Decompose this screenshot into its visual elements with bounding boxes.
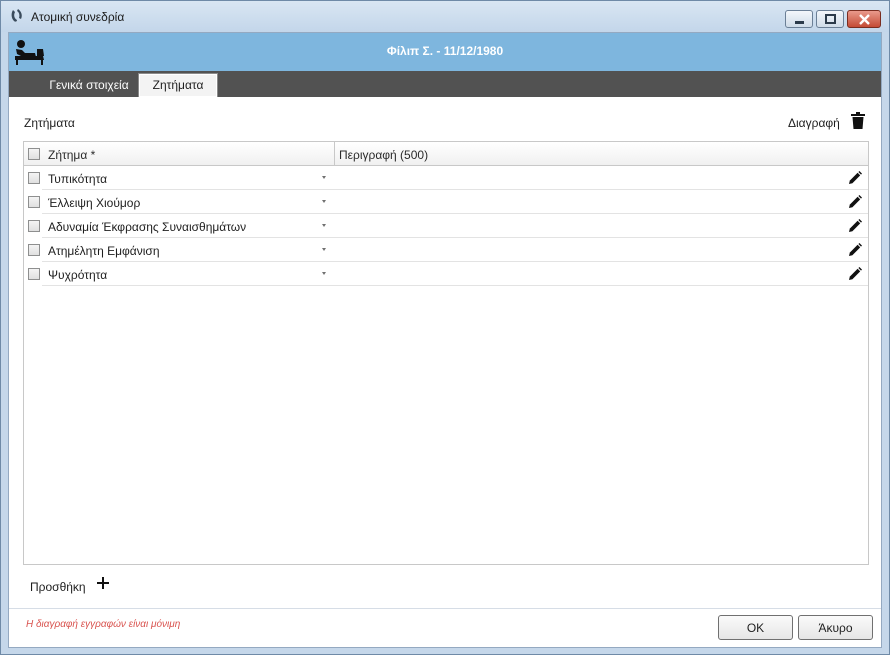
select-all-checkbox[interactable] xyxy=(28,148,40,160)
delete-warning: Η διαγραφή εγγραφών είναι μόνιμη xyxy=(26,619,181,630)
column-separator[interactable] xyxy=(334,142,335,166)
table-row[interactable]: Ψυχρότητα xyxy=(24,262,868,286)
column-header-issue[interactable]: Ζήτημα * xyxy=(48,148,95,162)
ok-button[interactable]: OK xyxy=(718,615,793,640)
close-button[interactable] xyxy=(847,10,881,28)
pencil-icon[interactable] xyxy=(847,218,863,234)
patient-name: Φίλιπ Σ. - 11/12/1980 xyxy=(386,44,504,58)
issue-cell[interactable]: Τυπικότητα xyxy=(48,172,107,186)
window-title: Ατομική συνεδρία xyxy=(31,10,125,24)
pencil-icon[interactable] xyxy=(847,194,863,210)
close-icon xyxy=(859,14,870,25)
title-bar[interactable]: Ατομική συνεδρία xyxy=(1,1,889,32)
minimize-button[interactable] xyxy=(785,10,813,28)
dropdown-arrow-icon[interactable] xyxy=(322,176,326,179)
trash-icon[interactable] xyxy=(851,112,865,129)
row-checkbox[interactable] xyxy=(28,220,40,232)
row-checkbox[interactable] xyxy=(28,244,40,256)
row-checkbox[interactable] xyxy=(28,196,40,208)
dropdown-arrow-icon[interactable] xyxy=(322,248,326,251)
pencil-icon[interactable] xyxy=(847,266,863,282)
cancel-button[interactable]: Άκυρο xyxy=(798,615,873,640)
table-row[interactable]: Τυπικότητα xyxy=(24,166,868,190)
app-icon xyxy=(11,9,22,22)
minimize-icon xyxy=(795,21,804,24)
dropdown-arrow-icon[interactable] xyxy=(322,200,326,203)
dropdown-arrow-icon[interactable] xyxy=(322,272,326,275)
add-button[interactable]: Προσθήκη xyxy=(30,580,86,594)
row-checkbox[interactable] xyxy=(28,172,40,184)
issues-panel: Ζητήματα Διαγραφή Ζήτημα * Περιγραφή (50… xyxy=(10,97,880,608)
pencil-icon[interactable] xyxy=(847,170,863,186)
section-title: Ζητήματα xyxy=(24,116,75,130)
dropdown-arrow-icon[interactable] xyxy=(322,224,326,227)
column-header-description[interactable]: Περιγραφή (500) xyxy=(339,148,428,162)
issue-cell[interactable]: Ψυχρότητα xyxy=(48,268,107,282)
maximize-button[interactable] xyxy=(816,10,844,28)
grid-header: Ζήτημα * Περιγραφή (500) xyxy=(24,142,868,166)
patient-header: Φίλιπ Σ. - 11/12/1980 xyxy=(9,33,881,71)
issue-cell[interactable]: Έλλειψη Χιούμορ xyxy=(48,196,140,210)
delete-button[interactable]: Διαγραφή xyxy=(788,116,840,130)
row-divider xyxy=(42,285,868,286)
tab-strip: Γενικά στοιχεία Ζητήματα xyxy=(9,71,881,97)
plus-icon[interactable] xyxy=(96,576,110,590)
issue-cell[interactable]: Ατημέλητη Εμφάνιση xyxy=(48,244,160,258)
issue-cell[interactable]: Αδυναμία Έκφρασης Συναισθημάτων xyxy=(48,220,246,234)
table-row[interactable]: Αδυναμία Έκφρασης Συναισθημάτων xyxy=(24,214,868,238)
maximize-icon xyxy=(825,14,836,24)
tab-issues[interactable]: Ζητήματα xyxy=(138,73,218,97)
table-row[interactable]: Έλλειψη Χιούμορ xyxy=(24,190,868,214)
table-row[interactable]: Ατημέλητη Εμφάνιση xyxy=(24,238,868,262)
dialog-client-area: Φίλιπ Σ. - 11/12/1980 Γενικά στοιχεία Ζη… xyxy=(8,32,882,648)
issues-grid: Ζήτημα * Περιγραφή (500) Τυπικότητα Έλλε… xyxy=(23,141,869,565)
dialog-window: Ατομική συνεδρία Φίλιπ Σ. - 11/12/1980 Γ… xyxy=(0,0,890,655)
dialog-footer: Η διαγραφή εγγραφών είναι μόνιμη OK Άκυρ… xyxy=(9,608,881,647)
row-checkbox[interactable] xyxy=(28,268,40,280)
pencil-icon[interactable] xyxy=(847,242,863,258)
tab-general[interactable]: Γενικά στοιχεία xyxy=(29,74,149,97)
